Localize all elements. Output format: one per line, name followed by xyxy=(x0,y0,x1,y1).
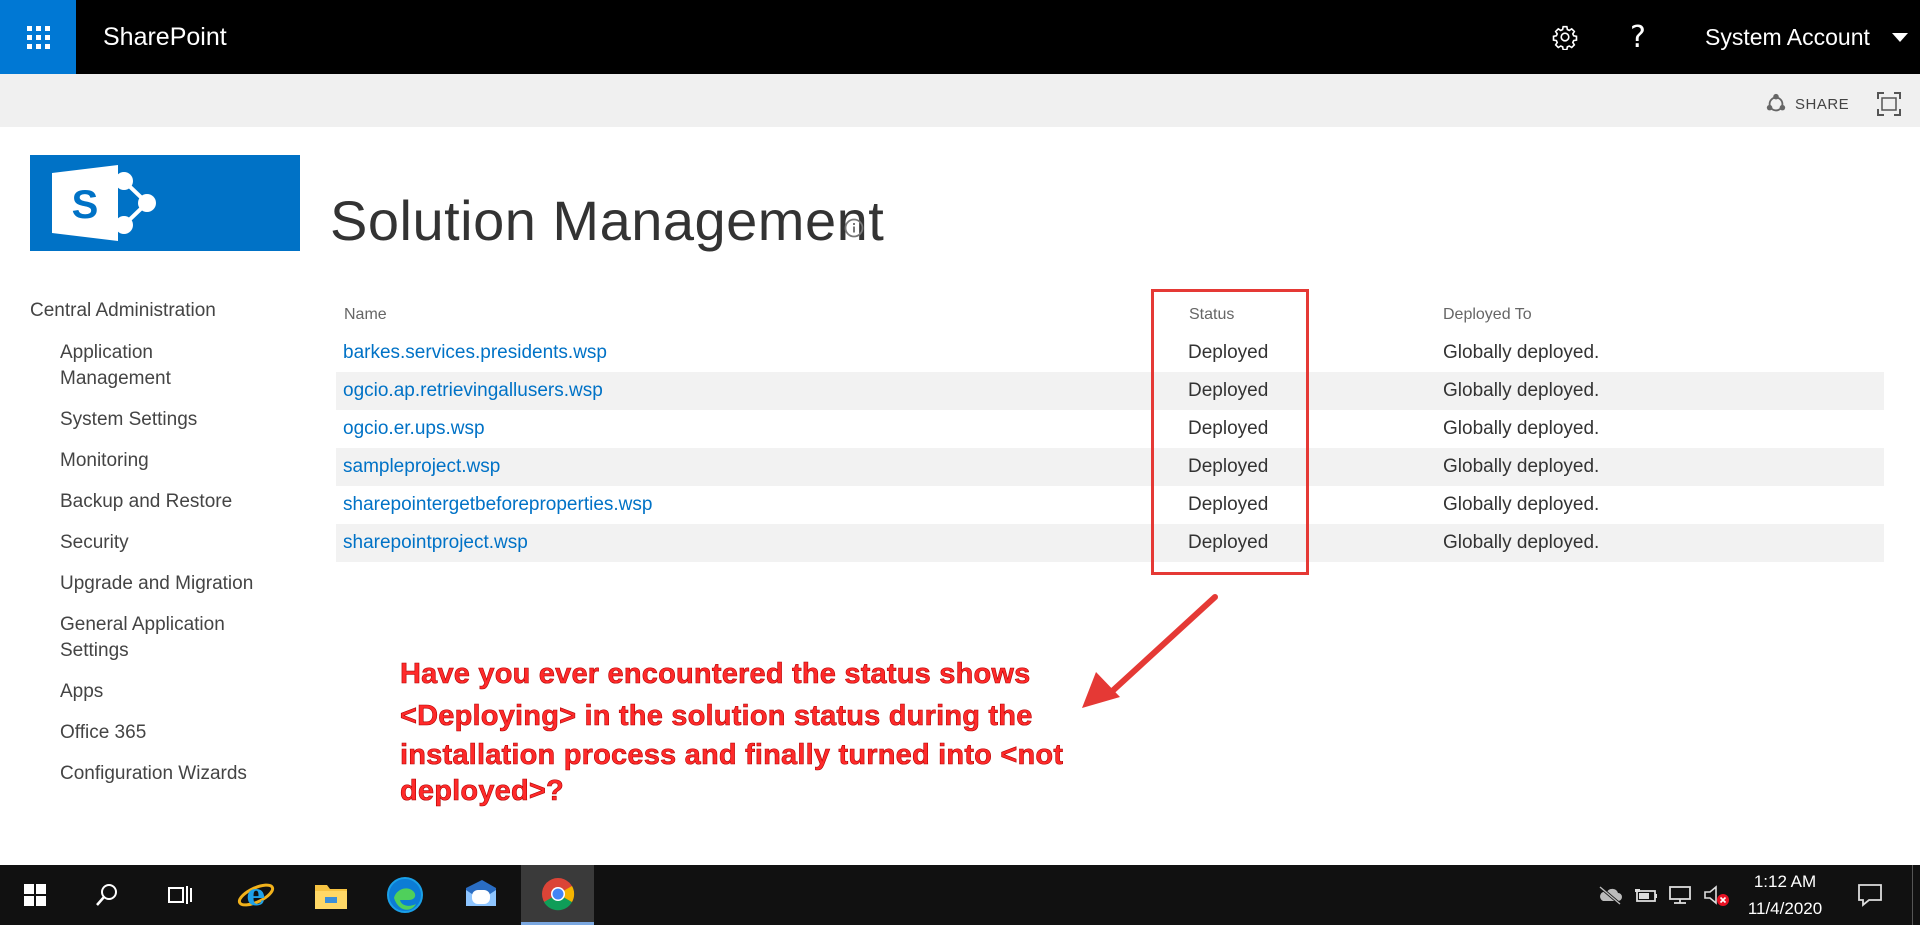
share-label: SHARE xyxy=(1795,95,1850,113)
volume-muted-icon xyxy=(1704,885,1729,906)
nav-item-system-settings[interactable]: System Settings xyxy=(60,407,197,433)
column-header-name[interactable]: Name xyxy=(344,306,387,324)
page-title: Solution Management xyxy=(330,189,885,252)
edge-icon xyxy=(387,877,423,913)
taskbar-edge[interactable] xyxy=(370,865,440,925)
nav-item-general-application-settings[interactable]: General Application Settings xyxy=(60,612,260,664)
nav-item-application-management[interactable]: Application Management xyxy=(60,340,260,392)
nav-item-office-365[interactable]: Office 365 xyxy=(60,720,146,746)
battery-tray[interactable] xyxy=(1633,880,1663,910)
solution-name-link[interactable]: sharepointproject.wsp xyxy=(343,524,528,562)
search-icon xyxy=(96,884,117,906)
task-view-button[interactable] xyxy=(144,865,214,925)
svg-text:e: e xyxy=(246,878,265,913)
account-menu[interactable]: System Account xyxy=(1705,0,1870,74)
svg-text:S: S xyxy=(72,183,99,227)
nav-item-security[interactable]: Security xyxy=(60,530,129,556)
solution-name-link[interactable]: sharepointergetbeforeproperties.wsp xyxy=(343,486,652,524)
focus-on-content-button[interactable] xyxy=(1876,91,1902,117)
table-row: ogcio.ap.retrievingallusers.wsp Deployed… xyxy=(336,372,1884,410)
table-row: ogcio.er.ups.wsp Deployed Globally deplo… xyxy=(336,410,1884,448)
solution-deployed-to: Globally deployed. xyxy=(1443,532,1600,553)
taskbar-chrome[interactable] xyxy=(521,865,594,925)
status-highlight-box xyxy=(1151,289,1309,575)
solution-name-link[interactable]: barkes.services.presidents.wsp xyxy=(343,334,607,372)
annotation-line: deployed>? xyxy=(400,775,564,808)
annotation-text: Have you ever encountered the status sho… xyxy=(400,653,1080,809)
solution-deployed-to: Globally deployed. xyxy=(1443,342,1600,363)
app-launcher-icon xyxy=(26,25,50,49)
mail-icon xyxy=(466,880,496,906)
taskbar-outlook-mail[interactable] xyxy=(446,865,516,925)
help-icon: ? xyxy=(1630,19,1646,55)
taskbar-file-explorer[interactable] xyxy=(296,865,366,925)
sharepoint-logo-icon: S xyxy=(52,165,156,241)
taskbar-clock[interactable]: 1:12 AM 11/4/2020 xyxy=(1730,868,1840,922)
chevron-down-icon[interactable] xyxy=(1892,33,1908,42)
solution-deployed-to: Globally deployed. xyxy=(1443,380,1600,401)
solution-name-link[interactable]: ogcio.ap.retrievingallusers.wsp xyxy=(343,372,603,410)
gear-icon xyxy=(1552,25,1578,50)
app-launcher-button[interactable] xyxy=(0,0,76,74)
solution-name-link[interactable]: ogcio.er.ups.wsp xyxy=(343,410,485,448)
taskbar-internet-explorer[interactable]: e xyxy=(221,865,291,925)
table-row: barkes.services.presidents.wsp Deployed … xyxy=(336,334,1884,372)
show-desktop-button[interactable] xyxy=(1912,865,1920,925)
clock-date: 11/4/2020 xyxy=(1747,899,1823,918)
ribbon-bar xyxy=(0,74,1920,127)
help-button[interactable]: ? xyxy=(1618,0,1658,74)
network-icon xyxy=(1669,886,1691,904)
search-button[interactable] xyxy=(72,865,142,925)
windows-icon xyxy=(24,884,46,906)
table-row: sampleproject.wsp Deployed Globally depl… xyxy=(336,448,1884,486)
nav-item-backup-and-restore[interactable]: Backup and Restore xyxy=(60,489,232,515)
chrome-icon xyxy=(541,877,574,910)
nav-item-monitoring[interactable]: Monitoring xyxy=(60,448,149,474)
start-button[interactable] xyxy=(0,865,70,925)
volume-tray[interactable] xyxy=(1702,880,1732,910)
notification-icon xyxy=(1858,884,1882,907)
app-name-link[interactable]: SharePoint xyxy=(103,0,227,74)
table-row: sharepointproject.wsp Deployed Globally … xyxy=(336,524,1884,562)
info-icon[interactable] xyxy=(844,218,864,238)
task-view-icon xyxy=(168,886,192,904)
column-header-deployed-to[interactable]: Deployed To xyxy=(1443,306,1532,324)
settings-button[interactable] xyxy=(1545,0,1585,74)
annotation-line: installation process and finally turned … xyxy=(400,739,1064,772)
internet-explorer-icon: e xyxy=(237,878,275,913)
nav-item-apps[interactable]: Apps xyxy=(60,679,103,705)
nav-item-upgrade-and-migration[interactable]: Upgrade and Migration xyxy=(60,571,253,597)
battery-icon xyxy=(1635,889,1657,902)
share-button[interactable]: SHARE xyxy=(1765,90,1849,118)
network-tray[interactable] xyxy=(1668,880,1698,910)
fullscreen-icon xyxy=(1877,92,1901,116)
share-icon xyxy=(1766,93,1786,112)
solution-deployed-to: Globally deployed. xyxy=(1443,494,1600,515)
onedrive-tray[interactable] xyxy=(1597,880,1627,910)
site-logo[interactable]: S xyxy=(30,155,300,251)
solution-deployed-to: Globally deployed. xyxy=(1443,456,1600,477)
annotation-line: Have you ever encountered the status sho… xyxy=(400,658,1031,691)
nav-central-administration[interactable]: Central Administration xyxy=(30,300,216,322)
clock-time: 1:12 AM xyxy=(1753,872,1817,891)
solution-deployed-to: Globally deployed. xyxy=(1443,418,1600,439)
solution-name-link[interactable]: sampleproject.wsp xyxy=(343,448,500,486)
nav-item-configuration-wizards[interactable]: Configuration Wizards xyxy=(60,761,247,787)
annotation-line: <Deploying> in the solution status durin… xyxy=(400,700,1033,733)
folder-icon xyxy=(315,885,347,909)
table-row: sharepointergetbeforeproperties.wsp Depl… xyxy=(336,486,1884,524)
cloud-offline-icon xyxy=(1599,885,1622,905)
action-center-button[interactable] xyxy=(1855,880,1885,910)
